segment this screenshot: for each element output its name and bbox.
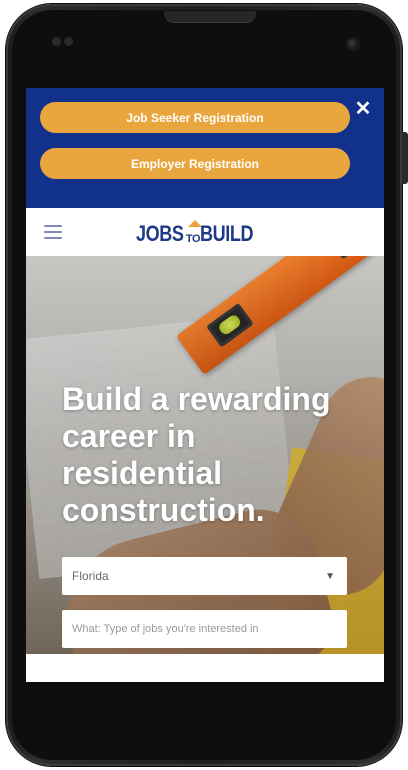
hero-section: Build a rewarding career in residential …: [26, 256, 384, 654]
light-sensor: [64, 37, 73, 46]
registration-bar: Job Seeker Registration Employer Registr…: [26, 88, 384, 208]
logo-text-to: TO: [185, 233, 201, 245]
location-select-value: Florida: [72, 569, 109, 583]
chevron-down-icon: ▼: [325, 570, 335, 582]
job-seeker-registration-button[interactable]: Job Seeker Registration: [40, 102, 350, 133]
page-content-below: [26, 654, 384, 682]
phone-screen: Job Seeker Registration Employer Registr…: [26, 88, 384, 682]
close-icon[interactable]: ✕: [352, 98, 374, 120]
employer-registration-button[interactable]: Employer Registration: [40, 148, 350, 179]
logo-text-build: BUILD: [199, 221, 253, 246]
job-type-search-input[interactable]: [62, 610, 347, 648]
location-select[interactable]: Florida ▼: [62, 557, 347, 595]
front-camera: [348, 39, 358, 49]
hamburger-icon[interactable]: [44, 225, 62, 239]
speaker-grille: [164, 11, 256, 23]
side-button: [402, 132, 408, 184]
logo-text-jobs: JOBS: [136, 221, 184, 246]
proximity-sensor: [52, 37, 61, 46]
site-header: JOBS TO BUILD: [26, 208, 384, 256]
hero-headline: Build a rewarding career in residential …: [62, 381, 331, 528]
site-logo[interactable]: JOBS TO BUILD: [136, 218, 265, 246]
